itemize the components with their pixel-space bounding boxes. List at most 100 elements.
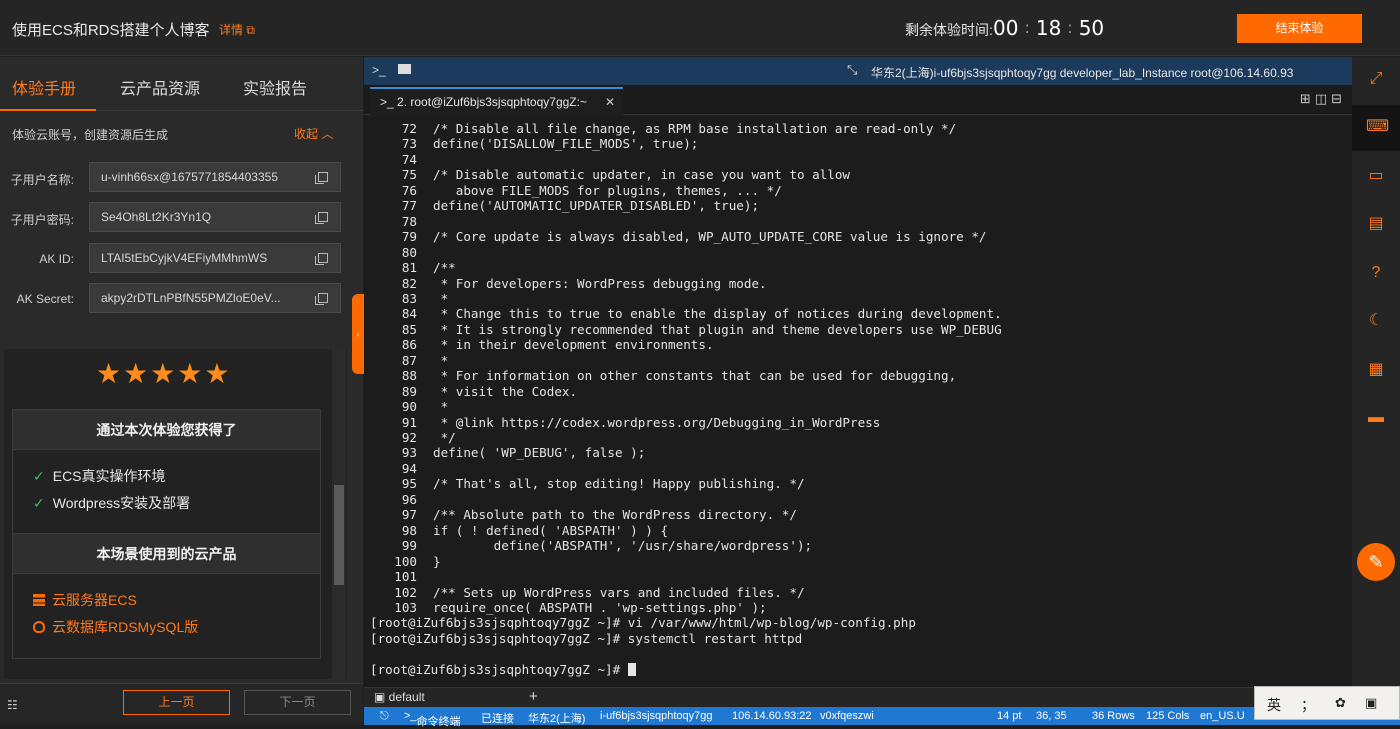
add-session-icon[interactable]: + [529,688,538,705]
copy-icon[interactable] [315,293,328,305]
ak-secret-field[interactable]: akpy2rDTLnPBfN55PMZloE0eV... [89,283,341,313]
ime-skin-icon[interactable]: ✿ [1335,695,1346,711]
product-link-ecs[interactable]: 云服务器ECS [33,590,137,610]
copy-icon[interactable] [315,172,328,184]
code-line: 81 /** [364,260,456,276]
line-number: 77 [401,198,417,214]
line-number: 73 [401,136,417,152]
line-number: 100 [394,553,417,569]
rating-stars[interactable]: ★★★★★ [96,357,232,390]
status-region: 华东2(上海) [528,713,586,725]
expand-icon[interactable]: ⤡ [847,62,857,78]
code-line: 72 /* Disable all file change, as RPM bas… [364,121,956,137]
line-number: 96 [401,491,417,507]
code-line: 79 /* Core update is always disabled, WP_… [364,229,987,245]
terminal-icon[interactable]: >_ [372,63,386,77]
line-number: 82 [401,275,417,291]
end-experience-button[interactable]: 结束体验 [1237,14,1362,43]
line-text: define('DISALLOW_FILE_MODS', true); [433,136,699,152]
ime-settings-icon[interactable]: ▣ [1365,695,1377,711]
line-text [417,569,433,584]
edit-note-icon[interactable]: ✎ [1357,543,1395,581]
status-bar: ⎋ >_ 命令终端 已连接 华东2(上海) i-uf6bjs3sjsqphtoq… [364,707,1400,728]
line-text: /* Core update is always disabled, WP_AU… [433,229,987,245]
next-page-button[interactable]: 下一页 [244,690,351,715]
line-number: 74 [401,151,417,167]
code-line: 95 /* That's all, stop editing! Happy pub… [364,476,805,492]
product-link-rds[interactable]: 云数据库RDSMySQL版 [33,617,198,637]
line-number: 90 [401,399,417,415]
scrollbar-thumb[interactable] [334,485,344,585]
line-number: 84 [401,306,417,322]
line-number: 83 [401,290,417,306]
close-icon[interactable]: ✕ [605,89,615,115]
field-label-password: 子用户密码: [10,213,74,227]
line-number: 94 [401,460,417,476]
code-line: 97 /** Absolute path to the WordPress dir… [364,507,797,523]
tab-manual[interactable]: 体验手册 [12,75,76,99]
desktop-icon[interactable]: ▭ [1366,166,1386,186]
copy-icon[interactable] [315,253,328,265]
guide-scrollbar[interactable] [332,349,346,679]
tab-report[interactable]: 实验报告 [243,75,307,99]
archive-icon[interactable]: ▤ [1366,214,1386,234]
tab-cloud-resources[interactable]: 云产品资源 [120,75,200,99]
line-number: 103 [394,599,417,615]
line-text: /* Disable all file change, as RPM base … [433,121,957,136]
terminal-tab[interactable]: >_ 2. root@iZuf6bjs3sjsqphtoqy7ggZ:~ ✕ [370,87,623,115]
code-line: 98 if ( ! defined( 'ABSPATH' ) ) { [364,523,668,539]
line-text: * in their development environments. [433,337,714,353]
terminal-tabbar: >_ 2. root@iZuf6bjs3sjsqphtoqy7ggZ:~ ✕ ⊞◫… [364,85,1352,115]
text-cursor [627,662,636,676]
ime-lang[interactable]: 英 [1267,695,1281,715]
chat-icon[interactable]: ▬ [1366,408,1386,428]
qrcode-icon[interactable]: ▦ [1366,360,1386,380]
code-line: 85 * It is strongly recommended that plu… [364,322,1002,338]
check-icon: ✓ [33,468,45,484]
line-number: 102 [394,584,417,600]
code-line: 84 * Change this to true to enable the d… [364,306,1002,322]
fullscreen-icon[interactable]: ⤢ [1366,69,1386,89]
menu-icon[interactable]: ☷ [7,698,18,712]
detail-link[interactable]: 详情 ⧉ [219,21,255,38]
help-icon[interactable]: ? [1366,263,1386,283]
ime-punct[interactable]: ； [1301,695,1315,715]
line-text: define('ABSPATH', '/usr/share/wordpress'… [433,538,813,554]
line-number: 99 [401,538,417,554]
active-tab-indicator [0,109,96,111]
pager-bar: ☷ 上一页 下一页 [0,683,363,725]
code-line: 83 * [364,291,448,307]
prev-page-button[interactable]: 上一页 [123,690,230,715]
line-text: * For information on other constants tha… [433,368,957,384]
line-number: 75 [401,167,417,183]
line-number: 98 [401,522,417,538]
status-connected: 已连接 [481,713,514,725]
username-field[interactable]: u-vinh66sx@1675771854403355 [89,162,341,192]
copy-icon[interactable] [315,212,328,224]
account-header: 体验云账号，创建资源后生成 [12,128,169,142]
check-icon: ✓ [33,495,45,511]
chevron-up-icon: ︿ [321,127,334,141]
line-text: * [433,290,449,306]
moon-icon[interactable]: ☾ [1366,311,1386,331]
panel-collapse-handle[interactable]: ‹ [352,294,364,374]
line-text [417,245,433,260]
session-tab[interactable]: ▣ default [374,690,425,704]
code-line: 73 define('DISALLOW_FILE_MODS', true); [364,136,699,152]
ak-id-field[interactable]: LTAI5tEbCyjkV4EFiyMMhmWS [89,243,341,273]
server-icon [33,594,45,606]
status-locale: en_US.U [1200,710,1245,722]
line-text [417,461,433,476]
line-number: 91 [401,414,417,430]
line-number: 85 [401,321,417,337]
code-line: 101 [364,569,433,585]
collapse-button[interactable]: 收起 ︿ [294,125,333,142]
terminal-icon[interactable]: ⌨ [1366,117,1389,137]
password-field[interactable]: Se4Oh8Lt2Kr3Yn1Q [89,202,341,232]
folder-icon[interactable] [398,64,411,74]
layout-tools[interactable]: ⊞◫⊟ [1300,91,1346,107]
line-number: 72 [401,121,417,136]
code-line: 96 [364,492,433,508]
terminal-output[interactable]: 72 /* Disable all file change, as RPM bas… [364,116,1352,687]
code-line: 76 above FILE_MODS for plugins, themes, … [364,183,782,199]
